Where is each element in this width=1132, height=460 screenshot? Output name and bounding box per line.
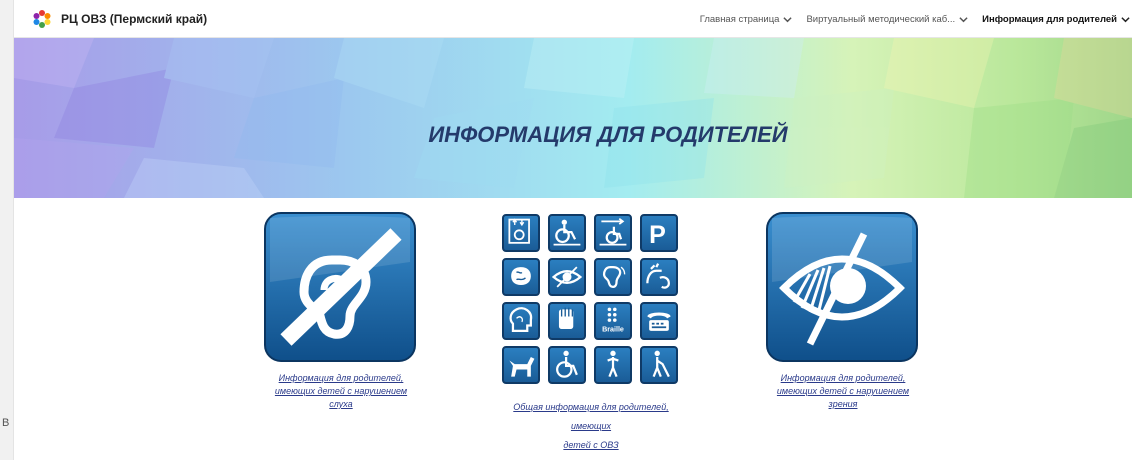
page: В РЦ ОВЗ (Пермский край) Главная страниц… [0,0,1132,460]
chevron-down-icon [1121,16,1130,22]
left-edge-text: В [2,417,10,429]
cognitive-disability-icon [502,258,540,296]
chevron-down-icon [959,16,968,22]
site-logo-icon[interactable] [32,9,52,29]
vision-info-link[interactable]: Информация для родителей, имеющих детей … [770,372,916,411]
link-line: детей с ОВЗ [563,440,619,450]
wheelchair-ramp-icon [548,214,586,252]
tactile-hand-icon [548,302,586,340]
tty-phone-icon [640,302,678,340]
parking-icon: P [640,214,678,252]
blind-person-cane-icon [640,346,678,384]
link-line: Информация для родителей, [278,373,404,383]
assistive-listening-icon [594,258,632,296]
nav-item-label: Виртуальный методический каб... [806,13,956,25]
service-dog-icon [502,346,540,384]
top-navbar: РЦ ОВЗ (Пермский край) Главная страница … [14,0,1132,38]
general-info-link[interactable]: Общая информация для родителей, имеющих … [495,398,687,455]
link-line: слуха [329,399,353,409]
nav-item-home[interactable]: Главная страница [700,14,793,25]
svg-text:P: P [649,221,666,249]
hearing-info-link[interactable]: Информация для родителей, имеющих детей … [268,372,414,411]
page-title: ИНФОРМАЦИЯ ДЛЯ РОДИТЕЛЕЙ [428,122,788,147]
link-line: Общая информация для родителей, имеющих [513,402,669,431]
hero-banner: ИНФОРМАЦИЯ ДЛЯ РОДИТЕЛЕЙ [14,38,1132,198]
accessibility-icons-grid[interactable]: P Braille [500,212,680,387]
person-walking-icon [594,346,632,384]
wheelchair-direction-icon [594,214,632,252]
sign-language-icon [640,258,678,296]
low-vision-icon [548,258,586,296]
main-nav: Главная страница Виртуальный методически… [700,0,1132,38]
left-side-panel: В [0,0,14,460]
site-title[interactable]: РЦ ОВЗ (Пермский край) [61,12,207,26]
elevator-wheelchair-icon [502,214,540,252]
nav-item-label: Главная страница [699,13,780,25]
hearing-impairment-icon[interactable] [264,212,416,362]
nav-item-label: Информация для родителей [982,13,1117,25]
head-profile-icon [502,302,540,340]
link-line: имеющих детей с нарушением [274,386,408,396]
link-line: имеющих детей с нарушением [776,386,910,396]
banner-background-image [14,38,1132,198]
braille-icon: Braille [594,302,632,340]
wheelchair-access-icon [548,346,586,384]
braille-label: Braille [602,326,624,334]
vision-impairment-icon[interactable] [766,212,918,362]
nav-item-virtual-cabinet[interactable]: Виртуальный методический каб... [806,14,968,25]
link-line: Информация для родителей, [780,373,906,383]
nav-item-parents-info[interactable]: Информация для родителей [982,14,1130,25]
link-line: зрения [828,399,858,409]
chevron-down-icon [783,16,793,22]
